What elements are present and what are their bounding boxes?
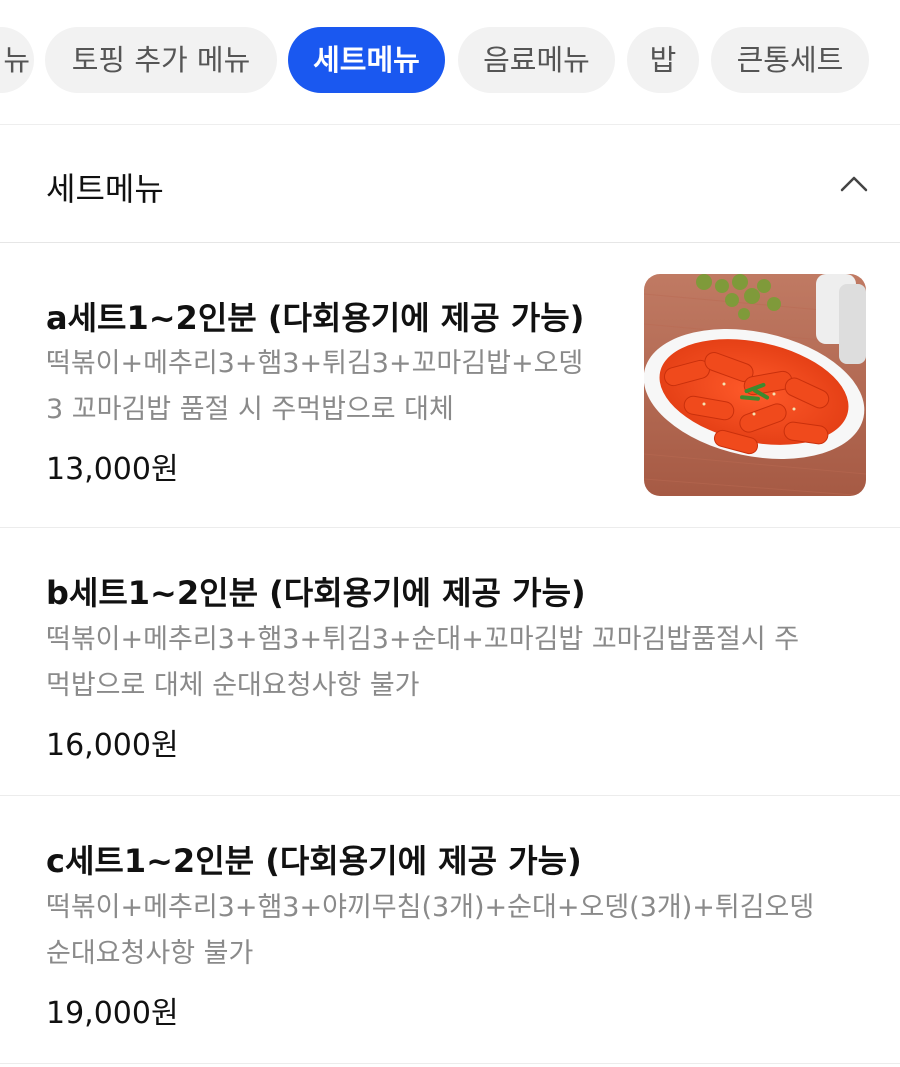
item-description: 먹밥으로 대체 순대요청사항 불가	[46, 670, 420, 701]
tab-drink-menu[interactable]: 음료메뉴	[458, 27, 615, 93]
item-image[interactable]	[644, 274, 866, 496]
menu-item-c[interactable]: c세트1~2인분 (다회용기에 제공 가능) 떡볶이+메추리3+햄3+야끼무침(…	[0, 796, 900, 1064]
tab-set-menu[interactable]: 세트메뉴	[288, 27, 445, 93]
item-name: c세트1~2인분 (다회용기에 제공 가능)	[46, 842, 582, 880]
category-tab-bar: 뉴 토핑 추가 메뉴 세트메뉴 음료메뉴 밥 큰통세트	[0, 0, 900, 125]
item-price: 13,000원	[46, 452, 179, 487]
tab-rice[interactable]: 밥	[627, 27, 699, 93]
item-description: 떡볶이+메추리3+햄3+튀김3+순대+꼬마김밥 꼬마김밥품절시 주	[46, 624, 800, 655]
section-title: 세트메뉴	[46, 170, 164, 208]
tab-big-set[interactable]: 큰통세트	[711, 27, 869, 93]
item-name: b세트1~2인분 (다회용기에 제공 가능)	[46, 574, 586, 612]
item-description: 순대요청사항 불가	[46, 938, 254, 969]
tab-topping-add[interactable]: 토핑 추가 메뉴	[45, 27, 277, 93]
item-name: a세트1~2인분 (다회용기에 제공 가능)	[46, 299, 585, 337]
chevron-up-icon[interactable]	[836, 166, 872, 202]
section-header[interactable]: 세트메뉴	[0, 126, 900, 243]
tab-partial[interactable]: 뉴	[0, 27, 34, 93]
item-price: 19,000원	[46, 996, 179, 1031]
menu-item-b[interactable]: b세트1~2인분 (다회용기에 제공 가능) 떡볶이+메추리3+햄3+튀김3+순…	[0, 528, 900, 796]
item-price: 16,000원	[46, 728, 179, 763]
item-description: 3 꼬마김밥 품절 시 주먹밥으로 대체	[46, 394, 454, 425]
item-description: 떡볶이+메추리3+햄3+야끼무침(3개)+순대+오뎅(3개)+튀김오뎅	[46, 892, 815, 923]
item-description: 떡볶이+메추리3+햄3+튀김3+꼬마김밥+오뎅	[46, 348, 584, 379]
